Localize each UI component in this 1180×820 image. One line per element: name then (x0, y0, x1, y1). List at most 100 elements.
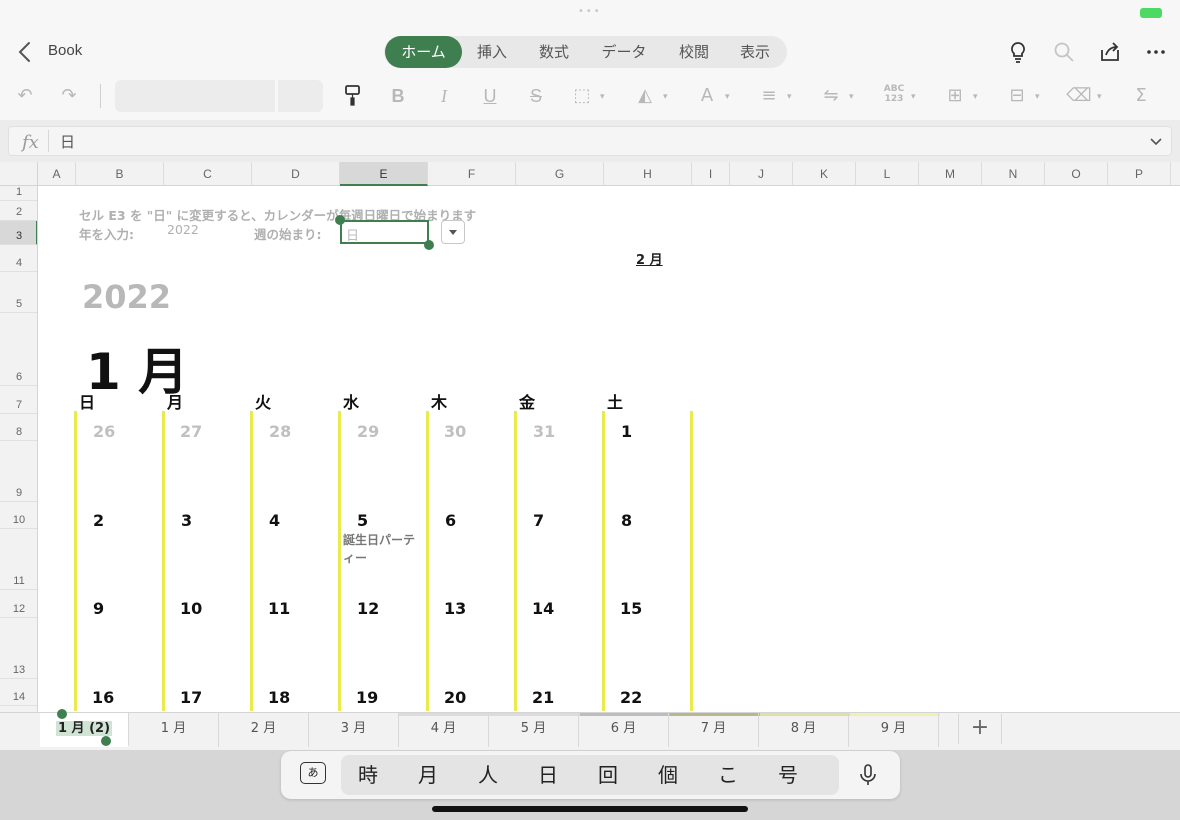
back-button[interactable] (14, 40, 36, 64)
row-header[interactable]: 13 (0, 618, 37, 679)
sheet-tab[interactable]: 6 月 (579, 713, 669, 747)
calendar-day[interactable]: 7 (533, 511, 544, 530)
calendar-day[interactable]: 26 (93, 422, 115, 441)
candidate-item[interactable]: こ (708, 760, 748, 790)
sheet-tab[interactable]: 3 月 (309, 713, 399, 747)
candidate-item[interactable]: 時 (348, 760, 388, 790)
calendar-day[interactable]: 14 (532, 599, 554, 618)
row-header[interactable]: 2 (0, 201, 37, 221)
row-header[interactable]: 12 (0, 590, 37, 618)
column-header[interactable]: K (793, 162, 856, 186)
font-color-icon[interactable]: A (694, 84, 720, 108)
chevron-down-icon[interactable]: ▾ (663, 92, 668, 102)
more-icon[interactable] (1144, 40, 1168, 64)
column-header[interactable]: N (982, 162, 1045, 186)
calendar-day[interactable]: 29 (357, 422, 379, 441)
multitasking-grabber[interactable]: ••• (578, 7, 602, 17)
calendar-day[interactable]: 16 (92, 688, 114, 707)
table-icon[interactable]: ⊞ (942, 84, 968, 108)
undo-icon[interactable]: ↶ (12, 84, 38, 108)
calendar-day[interactable]: 20 (444, 688, 466, 707)
candidate-item[interactable]: 号 (768, 760, 808, 790)
calendar-day[interactable]: 31 (533, 422, 555, 441)
chevron-down-icon[interactable]: ▾ (787, 92, 792, 102)
event-text[interactable]: 誕生日パーティー (343, 531, 423, 567)
workbook-title[interactable]: Book (48, 42, 82, 59)
eraser-icon[interactable]: ⌫ (1066, 84, 1092, 108)
column-header[interactable]: G (516, 162, 604, 186)
next-month-link[interactable]: 2 月 (636, 249, 663, 268)
calendar-day[interactable]: 5 (357, 511, 368, 530)
tab-data[interactable]: データ (589, 36, 659, 68)
fill-color-icon[interactable]: ◭ (632, 84, 658, 108)
sheet-tab[interactable]: 9 月 (849, 713, 939, 747)
calendar-day[interactable]: 8 (621, 511, 632, 530)
bold-icon[interactable]: B (386, 84, 410, 108)
row-header[interactable]: 1 (0, 186, 37, 201)
candidate-item[interactable]: 人 (468, 760, 508, 790)
row-header[interactable]: 4 (0, 245, 37, 272)
borders-icon[interactable]: ⬚ (570, 84, 594, 108)
column-header[interactable]: I (692, 162, 730, 186)
column-header-selected[interactable]: E (340, 162, 428, 186)
calendar-day[interactable]: 13 (444, 599, 466, 618)
tab-view[interactable]: 表示 (727, 36, 783, 68)
wrap-text-icon[interactable]: ⇋ (818, 84, 844, 108)
tab-insert[interactable]: 挿入 (464, 36, 520, 68)
selection-handle[interactable] (101, 736, 111, 746)
dropdown-button[interactable] (441, 220, 465, 244)
chevron-down-icon[interactable]: ▾ (849, 92, 854, 102)
column-header[interactable]: M (919, 162, 982, 186)
chevron-down-icon[interactable]: ▾ (1035, 92, 1040, 102)
candidate-item[interactable]: 回 (588, 760, 628, 790)
row-header[interactable]: 11 (0, 529, 37, 590)
column-header[interactable]: F (428, 162, 516, 186)
search-icon[interactable] (1052, 40, 1076, 64)
row-header-selected[interactable]: 3 (0, 221, 37, 245)
row-header[interactable]: 8 (0, 414, 37, 441)
row-header[interactable]: 10 (0, 502, 37, 529)
sheet-tab[interactable]: 8 月 (759, 713, 849, 747)
calendar-day[interactable]: 27 (180, 422, 202, 441)
worksheet[interactable]: セル E3 を "日" に変更すると、カレンダーが毎週日曜日で始まります 年を入… (38, 186, 1180, 712)
autosum-icon[interactable]: Σ (1128, 84, 1154, 108)
column-header[interactable]: A (38, 162, 76, 186)
italic-icon[interactable]: I (432, 84, 456, 108)
selection-handle[interactable] (424, 240, 434, 250)
calendar-day[interactable]: 1 (621, 422, 632, 441)
ime-switch-button[interactable]: あ (300, 762, 326, 784)
sheet-tab-active[interactable]: 1 月 (2) (40, 713, 129, 747)
calendar-day[interactable]: 28 (269, 422, 291, 441)
calendar-day[interactable]: 30 (444, 422, 466, 441)
column-header[interactable]: J (730, 162, 793, 186)
number-format-icon[interactable]: ABC 123 (880, 84, 908, 108)
row-header[interactable]: 7 (0, 386, 37, 414)
row-header[interactable]: 6 (0, 313, 37, 386)
column-header[interactable]: H (604, 162, 692, 186)
add-sheet-button[interactable]: + (958, 714, 1002, 744)
share-icon[interactable] (1098, 40, 1122, 64)
calendar-day[interactable]: 19 (356, 688, 378, 707)
sheet-tab[interactable]: 5 月 (489, 713, 579, 747)
sheet-tab[interactable]: 1 月 (129, 713, 219, 747)
calendar-day[interactable]: 6 (445, 511, 456, 530)
chevron-down-icon[interactable]: ▾ (600, 92, 605, 102)
formula-input[interactable] (8, 126, 1172, 156)
font-size-field[interactable] (278, 80, 323, 112)
calendar-day[interactable]: 21 (532, 688, 554, 707)
lightbulb-icon[interactable] (1006, 40, 1030, 64)
chevron-down-icon[interactable]: ▾ (1097, 92, 1102, 102)
calendar-day[interactable]: 2 (93, 511, 104, 530)
tab-review[interactable]: 校閲 (664, 36, 724, 68)
calendar-day[interactable]: 12 (357, 599, 379, 618)
redo-icon[interactable]: ↷ (56, 84, 82, 108)
calendar-day[interactable]: 9 (93, 599, 104, 618)
format-painter-icon[interactable] (340, 84, 366, 108)
selection-handle[interactable] (57, 709, 67, 719)
chevron-down-icon[interactable] (1148, 133, 1164, 149)
sheet-tab[interactable]: 7 月 (669, 713, 759, 747)
column-header[interactable]: B (76, 162, 164, 186)
column-header[interactable]: P (1108, 162, 1171, 186)
calendar-day[interactable]: 17 (180, 688, 202, 707)
tab-formulas[interactable]: 数式 (524, 36, 584, 68)
